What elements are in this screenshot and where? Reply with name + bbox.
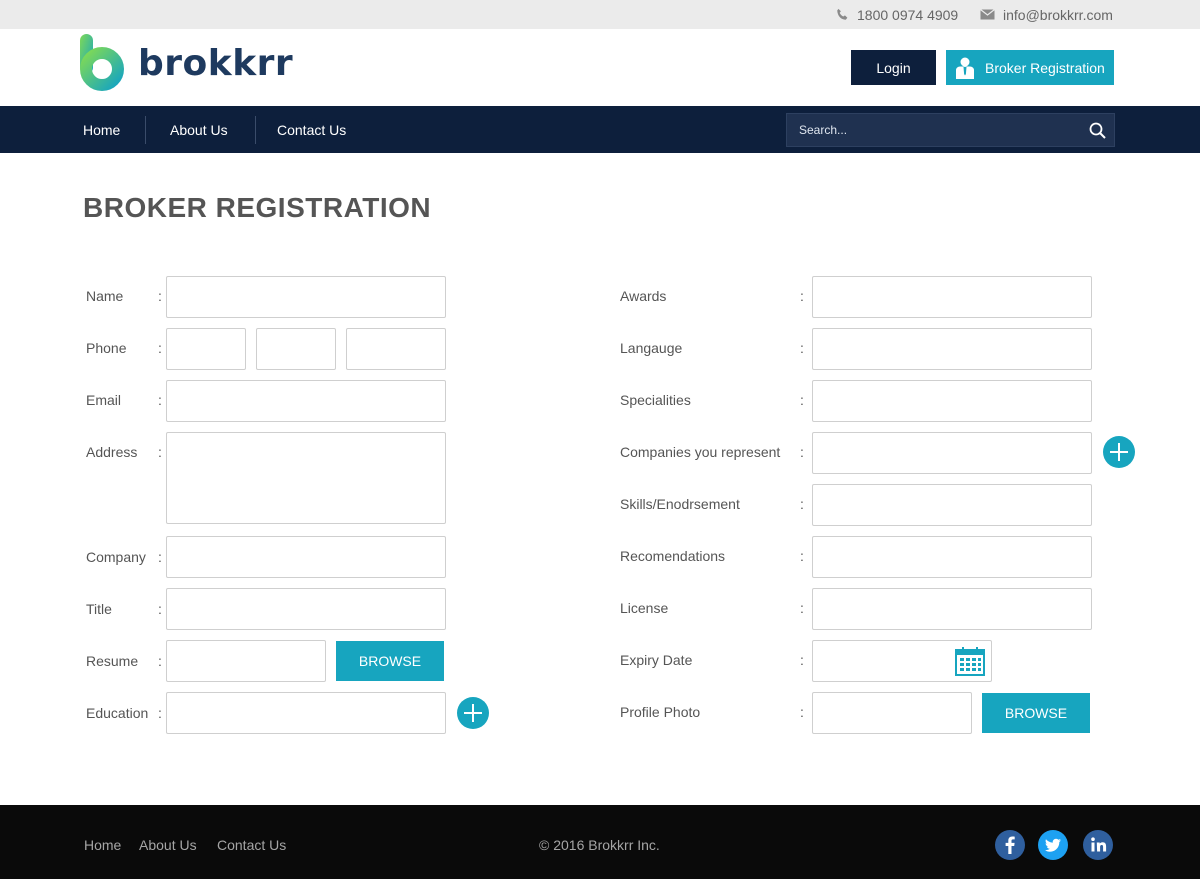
license-label: License	[620, 600, 669, 616]
footer-link-about-us[interactable]: About Us	[139, 837, 197, 853]
title-input[interactable]	[166, 588, 446, 630]
colon: :	[158, 340, 162, 356]
plus-icon	[464, 704, 482, 722]
colon: :	[158, 653, 162, 669]
companies-input[interactable]	[812, 432, 1092, 474]
name-label: Name	[86, 288, 124, 304]
search-input[interactable]	[787, 114, 1077, 146]
login-button[interactable]: Login	[851, 50, 936, 85]
nav-home[interactable]: Home	[83, 106, 120, 153]
phone-number: 1800 0974 4909	[857, 6, 959, 23]
phone-number-input[interactable]	[346, 328, 446, 370]
logo-text: brokkrr	[138, 42, 294, 84]
colon: :	[800, 288, 804, 304]
phone-icon	[837, 8, 848, 20]
title-label: Title	[86, 601, 112, 617]
email-contact[interactable]: info@brokkrr.com	[980, 0, 1113, 29]
colon: :	[158, 705, 162, 721]
nav-contact-us[interactable]: Contact Us	[277, 106, 346, 153]
skills-input[interactable]	[812, 484, 1092, 526]
profile-photo-label: Profile Photo	[620, 704, 701, 720]
nav-divider	[145, 116, 146, 144]
facebook-icon[interactable]	[995, 830, 1025, 860]
license-input[interactable]	[812, 588, 1092, 630]
colon: :	[158, 288, 162, 304]
recommendations-label: Recomendations	[620, 548, 726, 564]
phone-label: Phone	[86, 340, 127, 356]
linkedin-icon[interactable]	[1083, 830, 1113, 860]
awards-input[interactable]	[812, 276, 1092, 318]
colon: :	[800, 444, 804, 460]
company-label: Company	[86, 549, 146, 565]
add-education-button[interactable]	[457, 697, 489, 729]
language-input[interactable]	[812, 328, 1092, 370]
email-label: Email	[86, 392, 122, 408]
add-company-button[interactable]	[1103, 436, 1135, 468]
footer-link-contact-us[interactable]: Contact Us	[217, 837, 286, 853]
top-info-bar: 1800 0974 4909 info@brokkrr.com	[0, 0, 1200, 29]
nav-divider	[255, 116, 256, 144]
colon: :	[158, 392, 162, 408]
main-nav: Home About Us Contact Us	[0, 106, 1200, 153]
logo-b-icon	[80, 34, 124, 91]
education-label: Education	[86, 705, 149, 721]
resume-browse-button[interactable]: BROWSE	[336, 641, 444, 681]
colon: :	[158, 601, 162, 617]
search-icon[interactable]	[1089, 122, 1106, 139]
awards-label: Awards	[620, 288, 667, 304]
phone-prefix-input[interactable]	[256, 328, 336, 370]
specialities-input[interactable]	[812, 380, 1092, 422]
profile-photo-file-input[interactable]	[812, 692, 972, 734]
companies-label: Companies you represent	[620, 444, 781, 460]
colon: :	[800, 704, 804, 720]
nav-about-us[interactable]: About Us	[170, 106, 228, 153]
expiry-date-label: Expiry Date	[620, 652, 693, 668]
recommendations-input[interactable]	[812, 536, 1092, 578]
broker-registration-button[interactable]: Broker Registration	[946, 50, 1114, 85]
language-label: Langauge	[620, 340, 683, 356]
resume-file-input[interactable]	[166, 640, 326, 682]
phone-contact[interactable]: 1800 0974 4909	[836, 0, 958, 29]
colon: :	[800, 340, 804, 356]
address-textarea[interactable]	[166, 432, 446, 524]
email-address: info@brokkrr.com	[1003, 6, 1113, 23]
skills-label: Skills/Enodrsement	[620, 496, 740, 512]
resume-label: Resume	[86, 653, 139, 669]
email-input[interactable]	[166, 380, 446, 422]
colon: :	[800, 392, 804, 408]
brand-logo[interactable]: brokkrr	[80, 34, 293, 92]
broker-user-icon	[956, 57, 974, 79]
site-header: brokkrr Login Broker Registration	[0, 29, 1200, 106]
company-input[interactable]	[166, 536, 446, 578]
search-box	[786, 113, 1115, 147]
colon: :	[158, 549, 162, 565]
twitter-icon[interactable]	[1038, 830, 1068, 860]
copyright-text: © 2016 Brokkrr Inc.	[539, 837, 660, 853]
colon: :	[800, 652, 804, 668]
mail-icon	[980, 9, 995, 20]
name-input[interactable]	[166, 276, 446, 318]
colon: :	[800, 600, 804, 616]
phone-area-input[interactable]	[166, 328, 246, 370]
colon: :	[800, 548, 804, 564]
plus-icon	[1110, 443, 1128, 461]
colon: :	[158, 444, 162, 460]
broker-registration-label: Broker Registration	[985, 59, 1105, 76]
address-label: Address	[86, 444, 138, 460]
colon: :	[800, 496, 804, 512]
education-input[interactable]	[166, 692, 446, 734]
page-title: BROKER REGISTRATION	[83, 192, 432, 223]
specialities-label: Specialities	[620, 392, 691, 408]
calendar-icon[interactable]	[955, 646, 985, 676]
site-footer: Home About Us Contact Us © 2016 Brokkrr …	[0, 805, 1200, 879]
profile-photo-browse-button[interactable]: BROWSE	[982, 693, 1090, 733]
footer-link-home[interactable]: Home	[84, 837, 121, 853]
